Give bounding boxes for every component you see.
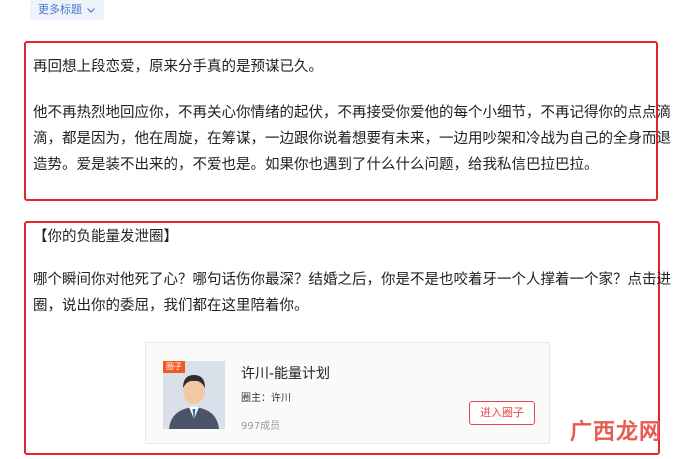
member-count: 997成员 <box>241 421 281 432</box>
circle-owner: 圈主：许川 <box>241 393 291 404</box>
more-tags-label: 更多标题 <box>38 3 82 16</box>
article-paragraph-1: 再回想上段恋爱，原来分手真的是预谋已久。 <box>33 59 323 75</box>
article-paragraph-4: 哪个瞬间你对他死了心？哪句话伤你最深？结婚之后，你是不是也咬着牙一个人撑着一个家… <box>33 272 671 314</box>
avatar: 圈子 <box>163 361 225 429</box>
more-tags-button[interactable]: 更多标题 <box>30 0 104 20</box>
circle-name[interactable]: 许川-能量计划 <box>241 363 330 383</box>
site-watermark: 广西龙网 <box>570 414 662 446</box>
watermark-text: 广西龙网 <box>570 419 663 445</box>
section-heading: 【你的负能量发泄圈】 <box>33 229 178 245</box>
circle-badge: 圈子 <box>163 361 185 373</box>
circle-card[interactable]: 圈子 许川-能量计划 圈主：许川 997成员 进入圈子 <box>145 342 550 444</box>
join-circle-button[interactable]: 进入圈子 <box>469 401 535 425</box>
article-paragraph-2: 他不再热烈地回应你，不再关心你情绪的起伏，不再接受你爱他的每个小细节，不再记得你… <box>33 105 671 173</box>
chevron-down-icon <box>87 8 95 13</box>
